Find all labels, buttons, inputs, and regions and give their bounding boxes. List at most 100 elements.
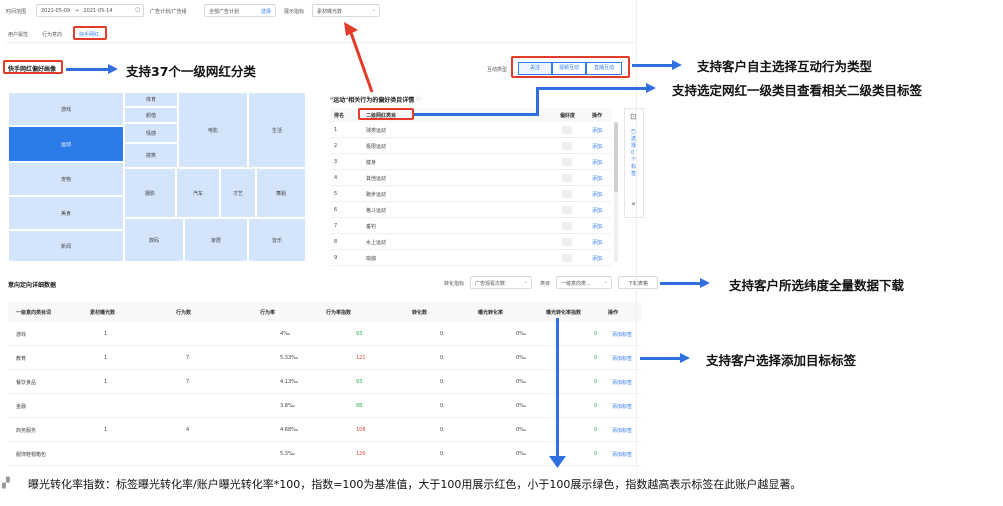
plan-label: 广告计划/广告组 (150, 9, 187, 15)
add-tag-link[interactable]: 添加标签 (612, 331, 632, 338)
row-action-rate-index: 106 (356, 427, 366, 433)
row-exposure: 1 (104, 355, 108, 361)
treemap-cell[interactable]: 体育 (124, 92, 178, 107)
category-select[interactable]: 一级意向类... ⌄ (556, 276, 612, 289)
row-action-rate: 4.13‰ (280, 379, 298, 385)
arrow-line-3b (536, 87, 539, 116)
treemap-cell[interactable]: 新闻 (8, 230, 124, 262)
metric-value: 素材曝光数 (317, 9, 343, 15)
treemap-cell[interactable]: 美食 (8, 196, 124, 230)
add-tag-link[interactable]: 添加 (592, 239, 602, 246)
selected-tags-panel[interactable]: ⊡ 已选择0个标签 « (624, 108, 644, 218)
ranking-row: 6 格斗运动 添加 (330, 202, 612, 218)
detail-table-header: 一级意向类目词 素材曝光数 行为数 行为率 行为率指数 转化数 曝光转化率 曝光… (8, 302, 642, 322)
tab-behavior-intent[interactable]: 行为意向 (42, 31, 62, 38)
download-button[interactable]: 下载表格 (618, 276, 658, 289)
add-tag-link[interactable]: 添加 (592, 175, 602, 182)
category-label: 类目 (540, 281, 551, 287)
scrollbar-thumb[interactable] (614, 122, 618, 192)
treemap-cell[interactable]: 生活 (248, 92, 306, 168)
treemap-cell[interactable]: 游戏 (8, 92, 124, 126)
row-category: 服饰鞋帽箱包 (16, 452, 47, 458)
treemap-cell[interactable]: 音乐 (248, 218, 306, 262)
treemap-cell[interactable]: 家居 (184, 218, 248, 262)
add-tag-link[interactable]: 添加标签 (612, 403, 632, 410)
add-tag-link[interactable]: 添加 (592, 255, 602, 262)
ranking-row: 4 其他运动 添加 (330, 170, 612, 186)
date-range-picker[interactable]: 2021-05-09 → 2021-05-14 ▢ (36, 4, 144, 17)
row-action-rate: 5.3‰ (280, 451, 295, 457)
plan-value: 全部广告计划 (209, 9, 240, 15)
calendar-icon: ▢ (135, 7, 140, 13)
chevron-down-icon: ⌄ (603, 279, 608, 285)
conversion-select[interactable]: 广告观看次数 ⌄ (470, 276, 532, 289)
ranking-title: "运动"相关行为的偏好类目详情 (330, 97, 415, 104)
corner-logo-icon: ▞ (2, 478, 10, 489)
add-tag-link[interactable]: 添加 (592, 159, 602, 166)
treemap-cell[interactable]: 情感 (124, 123, 178, 143)
add-tag-link[interactable]: 添加 (592, 223, 602, 230)
treemap-cell[interactable]: 数码 (124, 218, 184, 262)
ranking-rank: 9 (334, 255, 338, 261)
add-tag-link[interactable]: 添加 (592, 143, 602, 150)
arrow-head-3 (646, 83, 656, 93)
ranking-rank: 5 (334, 191, 338, 197)
treemap-cell[interactable]: 颜值 (124, 107, 178, 123)
row-actions: 7 (186, 379, 190, 385)
row-conversions: 0 (440, 427, 444, 433)
annotation-download: 支持客户所选纬度全量数据下载 (729, 278, 905, 293)
row-conversion-rate-index: 0 (594, 403, 598, 409)
plan-select-link[interactable]: 选择 (261, 8, 271, 15)
row-action-rate-index: 88 (356, 403, 363, 409)
row-conversion-rate: 0‰ (516, 379, 526, 385)
section-title-highlight (3, 60, 63, 74)
row-exposure: 1 (104, 379, 108, 385)
ranking-rank: 7 (334, 223, 338, 229)
table-row: 餐饮食品 1 7 4.13‰ 93 0 0‰ 0 添加标签 (8, 370, 642, 394)
add-tag-link[interactable]: 添加标签 (612, 451, 632, 458)
red-arrow (344, 22, 374, 93)
treemap-cell[interactable]: 电影 (178, 92, 248, 168)
ranking-row: 2 极限运动 添加 (330, 138, 612, 154)
row-action-rate-index: 121 (356, 355, 366, 361)
preference-bar (562, 238, 572, 246)
row-conversion-rate: 0‰ (516, 427, 526, 433)
row-conversions: 0 (440, 451, 444, 457)
ranking-category: 瑜伽 (366, 256, 377, 262)
ranking-row: 7 垂钓 添加 (330, 218, 612, 234)
treemap-cell[interactable]: 汽车 (176, 168, 220, 218)
add-tag-link[interactable]: 添加标签 (612, 379, 632, 386)
treemap-cell[interactable]: 才艺 (220, 168, 256, 218)
arrow-head-2 (672, 60, 682, 70)
add-tag-link[interactable]: 添加标签 (612, 427, 632, 434)
table-row: 金融 3.8‰ 88 0 0‰ 0 添加标签 (8, 394, 642, 418)
ranking-row: 8 水上运动 添加 (330, 234, 612, 250)
row-conversions: 0 (440, 355, 444, 361)
treemap-cell[interactable]: 舞蹈 (256, 168, 306, 218)
add-tag-link[interactable]: 添加 (592, 191, 602, 198)
treemap-cell[interactable]: 摄影 (124, 168, 176, 218)
add-tag-link[interactable]: 添加 (592, 127, 602, 134)
influencer-treemap: 游戏 运动 宠物 美食 新闻 体育 颜值 情感 搞笑 电影 生活摄影 汽车 才艺 舞蹈数码 家居 音乐 (8, 92, 306, 262)
row-conversions: 0 (440, 379, 444, 385)
add-tag-link[interactable]: 添加 (592, 207, 602, 214)
row-conversions: 0 (440, 403, 444, 409)
row-actions: 4 (186, 427, 190, 433)
ranking-header-rank: 排名 (334, 113, 345, 119)
row-conversion-rate-index: 0 (594, 427, 598, 433)
arrow-line-6 (556, 318, 559, 458)
ranking-rank: 3 (334, 159, 338, 165)
ranking-scrollbar[interactable] (614, 122, 618, 262)
add-tag-link[interactable]: 添加标签 (612, 355, 632, 362)
arrow-head-6 (549, 456, 566, 468)
ranking-category: 水上运动 (366, 240, 387, 246)
treemap-cell[interactable]: 宠物 (8, 162, 124, 196)
ranking-header-preference: 偏好度 (560, 113, 576, 119)
detail-title: 意向定向详细数据 (8, 282, 57, 289)
tab-user-attributes[interactable]: 用户属性 (8, 31, 28, 38)
plan-select[interactable]: 全部广告计划 选择 (204, 4, 276, 17)
treemap-cell[interactable]: 搞笑 (124, 143, 178, 168)
ranking-category: 极限运动 (366, 144, 387, 150)
treemap-cell[interactable]: 运动 (8, 126, 124, 162)
row-category: 金融 (16, 404, 27, 410)
